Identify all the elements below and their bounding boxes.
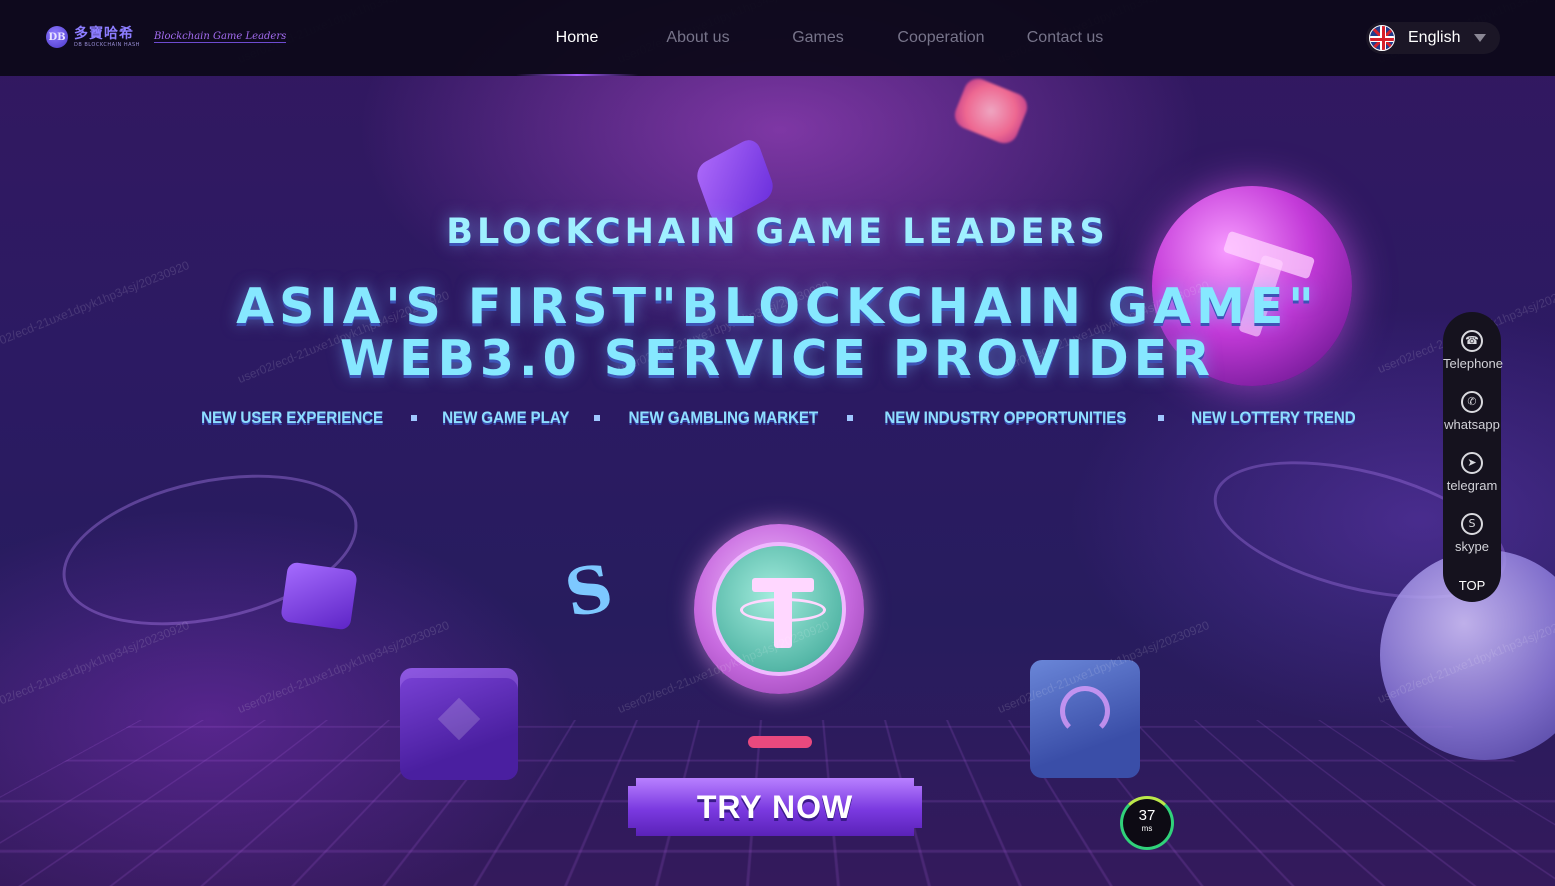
whatsapp-icon: ✆ [1461, 391, 1483, 413]
hero-taglines: NEW USER EXPERIENCE NEW GAME PLAY NEW GA… [0, 404, 1555, 432]
caret-down-icon [1474, 34, 1487, 42]
language-selector[interactable]: English [1366, 22, 1500, 54]
pink-gem-decoration [950, 74, 1032, 148]
skype-icon: S [1461, 513, 1483, 535]
tagline-separator [594, 415, 601, 421]
uk-flag-icon [1369, 25, 1395, 51]
tagline-separator [1157, 415, 1164, 421]
tagline-separator [846, 415, 853, 421]
nav-item-cooperation[interactable]: Cooperation [878, 0, 1004, 76]
contact-telegram[interactable]: ➤ telegram [1443, 452, 1501, 493]
contact-whatsapp[interactable]: ✆ whatsapp [1443, 391, 1501, 432]
pedestal-decoration [748, 736, 812, 748]
brand-mark-icon: DB [46, 26, 68, 48]
latency-value: 37 [1138, 807, 1156, 824]
hero-kicker: BLOCKCHAIN GAME LEADERS [446, 212, 1109, 252]
tagline-item: NEW GAME PLAY [442, 408, 570, 427]
contact-rail: ☎ Telephone ✆ whatsapp ➤ telegram S skyp… [1443, 312, 1503, 602]
phone-icon: ☎ [1461, 330, 1483, 352]
cube-decoration [280, 561, 358, 631]
main-nav: Home About us Games Cooperation Contact … [516, 0, 1126, 76]
try-now-label: TRY NOW [696, 788, 854, 825]
nav-item-contact-us[interactable]: Contact us [1004, 0, 1126, 76]
contact-skype[interactable]: S skype [1443, 513, 1501, 554]
tagline-item: NEW INDUSTRY OPPORTUNITIES [884, 408, 1127, 427]
contact-label: skype [1455, 539, 1489, 554]
hero-title-line-2: WEB3.0 SERVICE PROVIDER [340, 330, 1215, 387]
brand-slogan: Blockchain Game Leaders [153, 31, 287, 43]
brand-name-cn: 多寶哈希 [74, 25, 134, 42]
latency-badge: 37 ms [1120, 796, 1174, 850]
language-label: English [1408, 29, 1461, 46]
contact-telephone[interactable]: ☎ Telephone [1443, 330, 1503, 371]
nav-item-games[interactable]: Games [758, 0, 878, 76]
nav-item-home[interactable]: Home [516, 0, 638, 76]
tagline-separator [410, 415, 417, 421]
contact-label: whatsapp [1444, 417, 1500, 432]
brand-logo[interactable]: DB 多寶哈希 DB BLOCKCHAIN HASH Blockchain Ga… [46, 22, 287, 52]
s-glyph-decoration: S [559, 550, 619, 633]
page: S user02/ecd-21uxe1dpyk1hp34sj/20230920 … [0, 0, 1555, 886]
brand-name-en: DB BLOCKCHAIN HASH [74, 41, 140, 48]
watermark: user02/ecd-21uxe1dpyk1hp34sj/20230920 [0, 618, 192, 716]
latency-unit: ms [1141, 824, 1153, 833]
contact-label: telegram [1446, 478, 1498, 493]
top-navbar: DB 多寶哈希 DB BLOCKCHAIN HASH Blockchain Ga… [0, 0, 1555, 76]
try-now-button[interactable]: TRY NOW [628, 778, 922, 836]
tagline-item: NEW GAMBLING MARKET [628, 408, 819, 427]
cube-decoration [400, 668, 518, 780]
hero-title-line-1: ASIA'S FIRST"BLOCKCHAIN GAME" [236, 278, 1319, 335]
telegram-icon: ➤ [1461, 452, 1483, 474]
back-to-top-button[interactable]: TOP [1443, 578, 1501, 594]
tagline-item: NEW LOTTERY TREND [1190, 408, 1356, 427]
tagline-item: NEW USER EXPERIENCE [200, 408, 383, 427]
contact-label: Telephone [1443, 356, 1503, 371]
brand-wordmark: 多寶哈希 DB BLOCKCHAIN HASH [74, 26, 140, 49]
nav-item-about-us[interactable]: About us [638, 0, 758, 76]
